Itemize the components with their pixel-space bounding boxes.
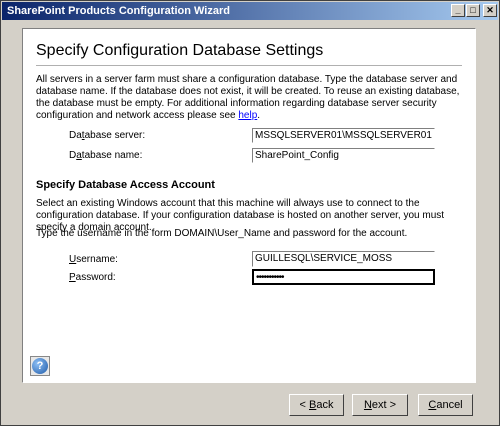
help-link[interactable]: help [238, 110, 257, 121]
db-server-label: Database server: [69, 130, 146, 141]
back-button[interactable]: < Back [289, 394, 344, 416]
heading-divider [36, 65, 462, 66]
cancel-button[interactable]: Cancel [418, 394, 473, 416]
wizard-window: SharePoint Products Configuration Wizard… [0, 0, 500, 426]
intro-end: . [257, 110, 261, 121]
maximize-button[interactable]: □ [466, 4, 480, 17]
page-title: Specify Configuration Database Settings [36, 42, 324, 59]
help-icon: ? [32, 358, 48, 374]
next-button[interactable]: Next > [352, 394, 408, 416]
account-heading: Specify Database Access Account [36, 179, 215, 191]
close-button[interactable]: ✕ [483, 4, 497, 17]
minimize-button[interactable]: _ [451, 4, 465, 17]
help-button[interactable]: ? [30, 356, 50, 376]
window-title: SharePoint Products Configuration Wizard [7, 5, 230, 17]
db-server-input[interactable]: MSSQLSERVER01\MSSQLSERVER01 [252, 128, 435, 143]
username-label: Username: [69, 254, 118, 265]
title-bar: SharePoint Products Configuration Wizard… [2, 2, 498, 20]
content-panel: Specify Configuration Database Settings … [22, 28, 476, 383]
account-format-hint: Type the username in the form DOMAIN\Use… [36, 228, 408, 239]
username-input[interactable]: GUILLESQL\SERVICE_MOSS [252, 251, 435, 267]
db-name-input[interactable]: SharePoint_Config [252, 148, 435, 163]
db-name-label: Database name: [69, 150, 143, 161]
password-input[interactable]: ••••••••••• [252, 269, 435, 285]
intro-paragraph: All servers in a server farm must share … [36, 74, 462, 122]
password-label: Password: [69, 272, 116, 283]
